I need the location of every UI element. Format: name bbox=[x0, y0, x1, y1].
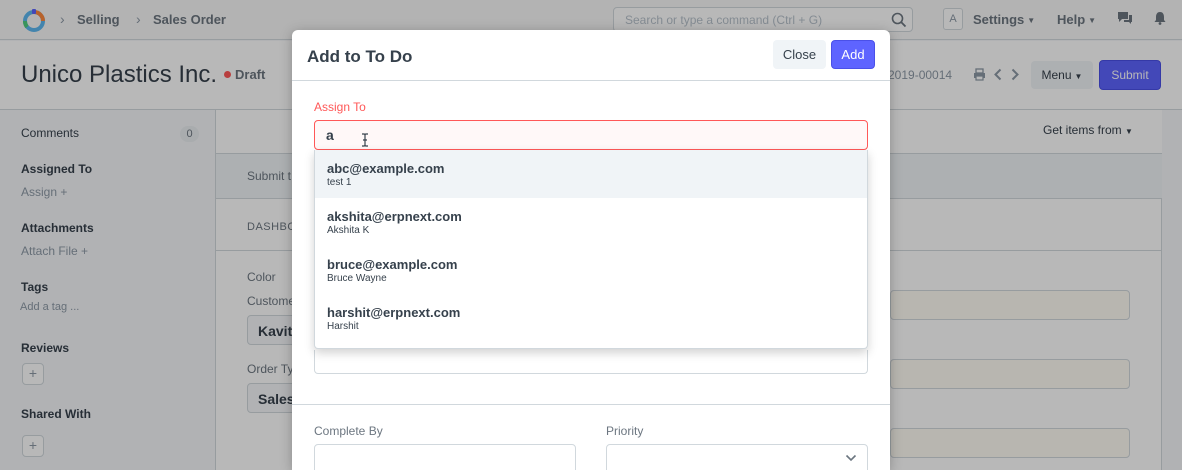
suggestion-item[interactable]: bruce@example.com Bruce Wayne bbox=[315, 246, 867, 294]
assign-to-suggestions: abc@example.com test 1 akshita@erpnext.c… bbox=[314, 150, 868, 349]
assign-to-input[interactable] bbox=[314, 120, 868, 150]
section-divider bbox=[292, 404, 890, 405]
dialog-header: Add to To Do Close Add bbox=[292, 30, 890, 81]
suggestion-name: Harshit bbox=[327, 321, 359, 332]
suggestion-name: Akshita K bbox=[327, 225, 370, 236]
suggestion-item[interactable]: akshita@erpnext.com Akshita K bbox=[315, 198, 867, 246]
assign-to-label: Assign To bbox=[314, 100, 366, 114]
partially-hidden-field[interactable] bbox=[314, 350, 868, 374]
priority-label: Priority bbox=[606, 424, 644, 438]
suggestion-item[interactable]: abc@example.com test 1 bbox=[315, 150, 867, 198]
chevron-down-icon bbox=[845, 454, 857, 462]
text-cursor-icon bbox=[362, 133, 368, 147]
close-button[interactable]: Close bbox=[773, 40, 826, 69]
priority-select[interactable] bbox=[606, 444, 868, 470]
suggestion-item[interactable]: harshit@erpnext.com Harshit bbox=[315, 294, 867, 342]
suggestion-name: test 1 bbox=[327, 177, 352, 188]
suggestion-email: abc@example.com bbox=[327, 161, 445, 176]
complete-by-date-input[interactable] bbox=[314, 444, 576, 470]
dialog-title: Add to To Do bbox=[307, 47, 413, 66]
add-button[interactable]: Add bbox=[831, 40, 875, 69]
suggestion-name: Bruce Wayne bbox=[327, 273, 387, 284]
complete-by-label: Complete By bbox=[314, 424, 383, 438]
suggestion-email: akshita@erpnext.com bbox=[327, 209, 462, 224]
suggestion-email: harshit@erpnext.com bbox=[327, 305, 461, 320]
suggestion-email: bruce@example.com bbox=[327, 257, 458, 272]
